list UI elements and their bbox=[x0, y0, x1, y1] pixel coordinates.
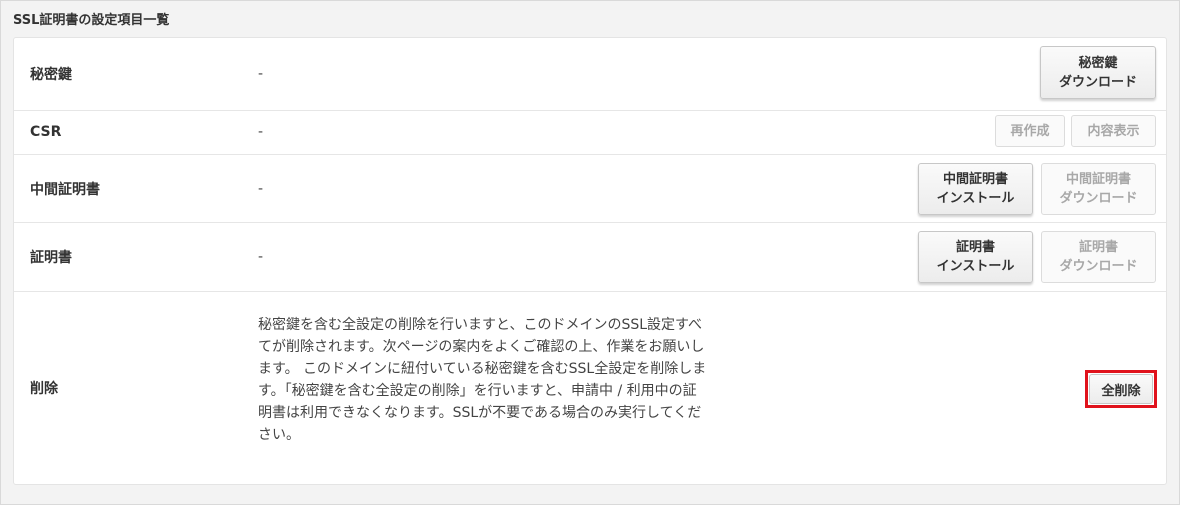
button-line: ダウンロード bbox=[1059, 191, 1138, 206]
view-csr-button[interactable]: 内容表示 bbox=[1071, 115, 1156, 147]
row-certificate: 証明書 - 証明書 インストール 証明書 ダウンロード bbox=[14, 223, 1166, 292]
button-line: 証明書 bbox=[1078, 240, 1118, 255]
section-title: SSL証明書の設定項目一覧 bbox=[13, 13, 170, 28]
button-line: 中間証明書 bbox=[942, 172, 1008, 187]
settings-frame: SSL証明書の設定項目一覧 秘密鍵 - 秘密鍵 ダウンロード CSR - 再作成… bbox=[0, 0, 1180, 505]
install-intermediate-certificate-button[interactable]: 中間証明書 インストール bbox=[918, 163, 1033, 215]
row-value-certificate: - bbox=[258, 249, 264, 265]
install-certificate-button[interactable]: 証明書 インストール bbox=[918, 231, 1033, 283]
button-label: 内容表示 bbox=[1087, 123, 1140, 139]
row-label-delete: 削除 bbox=[30, 381, 58, 397]
row-label-intermediate-certificate: 中間証明書 bbox=[30, 182, 100, 198]
button-line: 中間証明書 bbox=[1065, 172, 1131, 187]
settings-panel: 秘密鍵 - 秘密鍵 ダウンロード CSR - 再作成 内容表示 中間証明書 - … bbox=[13, 37, 1167, 485]
button-line: 秘密鍵 bbox=[1078, 55, 1118, 71]
button-line: ダウンロード bbox=[1059, 259, 1138, 274]
row-delete: 削除 秘密鍵を含む全設定の削除を行いますと、このドメインのSSL設定すべてが削除… bbox=[14, 292, 1166, 482]
button-line: インストール bbox=[936, 191, 1015, 206]
row-csr: CSR - 再作成 内容表示 bbox=[14, 111, 1166, 155]
row-value-private-key: - bbox=[258, 66, 264, 82]
button-line: ダウンロード bbox=[1058, 74, 1137, 90]
row-label-csr: CSR bbox=[30, 124, 62, 140]
button-label: 再作成 bbox=[1010, 123, 1050, 139]
delete-description: 秘密鍵を含む全設定の削除を行いますと、このドメインのSSL設定すべてが削除されま… bbox=[258, 317, 707, 443]
row-value-intermediate-certificate: - bbox=[258, 181, 264, 197]
regenerate-csr-button[interactable]: 再作成 bbox=[995, 115, 1065, 147]
download-intermediate-certificate-button[interactable]: 中間証明書 ダウンロード bbox=[1041, 163, 1156, 215]
delete-all-highlight: 全削除 bbox=[1085, 370, 1157, 408]
row-label-private-key: 秘密鍵 bbox=[30, 67, 72, 83]
row-label-certificate: 証明書 bbox=[30, 250, 72, 266]
row-private-key: 秘密鍵 - 秘密鍵 ダウンロード bbox=[14, 38, 1166, 111]
delete-all-button[interactable]: 全削除 bbox=[1089, 374, 1153, 404]
row-intermediate-certificate: 中間証明書 - 中間証明書 インストール 中間証明書 ダウンロード bbox=[14, 155, 1166, 223]
download-private-key-button[interactable]: 秘密鍵 ダウンロード bbox=[1040, 46, 1156, 99]
row-value-csr: - bbox=[258, 124, 264, 140]
download-certificate-button[interactable]: 証明書 ダウンロード bbox=[1041, 231, 1156, 283]
button-line: インストール bbox=[936, 259, 1015, 274]
button-line: 証明書 bbox=[955, 240, 995, 255]
